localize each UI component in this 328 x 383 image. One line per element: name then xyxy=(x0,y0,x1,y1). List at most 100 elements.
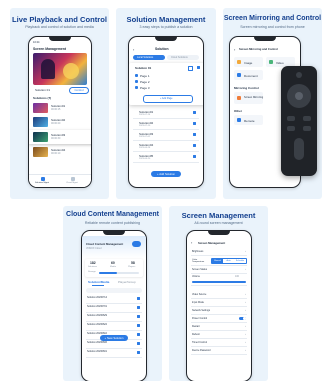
setting-row-volume[interactable]: Volume 100 xyxy=(191,274,247,286)
back-icon[interactable]: ‹ xyxy=(133,47,134,52)
phone-notch xyxy=(254,37,276,41)
nav-solution-label[interactable]: Solution Mgmt xyxy=(35,182,49,184)
other-section-label: Other xyxy=(234,109,243,113)
storage-bar xyxy=(99,272,139,274)
setting-row-screen-status[interactable]: Screen Status › xyxy=(191,266,247,274)
send-icon[interactable] xyxy=(137,342,140,345)
list-item[interactable]: Solution04 00:00:10 xyxy=(33,146,87,158)
list-item[interactable]: Solution 20230606 xyxy=(86,340,142,349)
send-icon[interactable] xyxy=(197,66,200,69)
send-icon[interactable] xyxy=(137,324,140,327)
list-item[interactable]: Solution 20230701 xyxy=(86,304,142,313)
setting-row-video-source[interactable]: Video Source › xyxy=(191,291,247,299)
setting-row-restart[interactable]: Restart › xyxy=(191,323,247,331)
send-icon[interactable] xyxy=(193,133,196,136)
nav-cloud-label[interactable]: Cloud Mgmt xyxy=(66,182,78,184)
segment-manual[interactable]: Manual xyxy=(212,259,223,263)
send-icon[interactable] xyxy=(193,111,196,114)
remote-button[interactable] xyxy=(303,116,311,121)
chevron-right-icon: › xyxy=(245,332,246,336)
list-item[interactable]: Solution 20230629 xyxy=(86,313,142,322)
setting-row-input-mode[interactable]: Input Mode › xyxy=(191,299,247,307)
list-item[interactable]: Solution02 2023-07-10 xyxy=(133,120,199,130)
tab-player-group[interactable]: Player/Group xyxy=(118,280,136,284)
list-item[interactable]: Solution 20230714 xyxy=(86,295,142,304)
thumbnail xyxy=(33,117,48,127)
segmented-control[interactable]: Manual Auto Schedule xyxy=(211,258,247,264)
storage-bar-fill xyxy=(99,272,117,274)
nav-cloud-icon[interactable] xyxy=(71,177,75,181)
add-solution-button[interactable]: + Add Solution xyxy=(151,171,181,177)
setting-row-device-password[interactable]: Device Password › xyxy=(191,347,247,355)
stat-label: Media xyxy=(110,266,116,268)
dpad[interactable] xyxy=(287,84,311,108)
list-item[interactable]: Solution04 2023-06-28 xyxy=(133,142,199,152)
segment-schedule[interactable]: Schedule xyxy=(234,259,246,263)
tab-local[interactable]: Local Solutions xyxy=(133,55,165,60)
list-item-meta: 2023-07-02 xyxy=(139,136,151,138)
screen-header: Screen Management xyxy=(198,241,226,245)
send-icon[interactable] xyxy=(193,144,196,147)
volume-slider[interactable] xyxy=(192,281,246,283)
send-icon[interactable] xyxy=(137,315,140,318)
send-icon[interactable] xyxy=(137,306,140,309)
send-icon[interactable] xyxy=(137,297,140,300)
list-item[interactable]: Solution01 00:00:15 xyxy=(33,102,87,114)
live-video-preview[interactable] xyxy=(33,53,87,85)
remote-control[interactable] xyxy=(281,66,317,176)
setting-row-color-temperature[interactable]: Color Temperature Manual Auto Schedule xyxy=(191,256,247,266)
setting-row-timed-control[interactable]: Timed Control › xyxy=(191,339,247,347)
tab-label: Local Solutions xyxy=(137,56,154,59)
chevron-right-icon: › xyxy=(245,340,246,344)
remote-button[interactable] xyxy=(303,126,311,131)
stat-value: 58 xyxy=(131,261,135,265)
tab-underline xyxy=(92,285,104,286)
list-item-title: Solution 20230622 xyxy=(87,323,107,326)
add-page-button[interactable]: + Add Page xyxy=(143,95,193,103)
setting-label: Network Settings xyxy=(192,308,211,312)
remote-button[interactable] xyxy=(287,116,295,121)
list-item[interactable]: Solution03 2023-07-02 xyxy=(133,131,199,141)
list-item-title: Solution 20230601 xyxy=(87,350,107,353)
tile-remote[interactable]: Remote xyxy=(234,115,263,125)
power-button[interactable] xyxy=(296,72,302,78)
send-icon[interactable] xyxy=(137,351,140,354)
new-solution-button[interactable]: + New Solution xyxy=(100,335,128,341)
solution-detail-card: Solution 01 Page 1 Page 2 Page 3 + Add P… xyxy=(129,63,203,105)
search-input[interactable] xyxy=(86,288,142,293)
tab-solution-media[interactable]: Solution/Media xyxy=(88,280,109,284)
send-icon[interactable] xyxy=(193,155,196,158)
screen-header: Screen Management xyxy=(33,47,66,51)
back-icon[interactable]: ‹ xyxy=(234,47,235,52)
setting-row-reboot[interactable]: Reboot › xyxy=(191,331,247,339)
list-item[interactable]: Solution 20230601 xyxy=(86,349,142,358)
phone-frame: ‹ Solution Local Solutions Cloud Solutio… xyxy=(128,36,204,188)
dpad-ok-button[interactable] xyxy=(295,92,303,100)
tile-image[interactable]: Image xyxy=(234,57,263,67)
tile-screen-mirroring[interactable]: Screen Mirroring xyxy=(234,92,263,104)
volume-rocker[interactable] xyxy=(294,138,304,160)
send-icon[interactable] xyxy=(137,333,140,336)
power-toggle[interactable] xyxy=(239,316,246,320)
page-label: Page 3 xyxy=(140,86,150,90)
setting-label: Color Temperature xyxy=(192,258,205,263)
list-item[interactable]: Solution02 00:00:20 xyxy=(33,116,87,128)
setting-row-brightness[interactable]: Brightness › xyxy=(191,248,247,256)
edit-icon[interactable] xyxy=(188,66,193,71)
tab-cloud[interactable]: Cloud Solutions xyxy=(167,55,199,60)
setting-row-network[interactable]: Network Settings › xyxy=(191,307,247,315)
list-item[interactable]: Solution 20230622 xyxy=(86,322,142,331)
list-item[interactable]: Solution05 2023-06-20 xyxy=(133,153,199,163)
tile-document[interactable]: Document xyxy=(234,70,263,80)
setting-label: Timed Control xyxy=(192,340,207,344)
panel-solution-management: Solution Management 3 easy steps to publ… xyxy=(116,8,216,199)
back-icon[interactable]: ‹ xyxy=(191,240,192,245)
send-icon[interactable] xyxy=(193,122,196,125)
segment-auto[interactable]: Auto xyxy=(223,259,234,263)
list-item-selected[interactable]: Solution03 00:00:30 xyxy=(29,130,91,144)
nav-solution-icon[interactable] xyxy=(41,177,45,181)
list-item[interactable]: Solution01 2023-07-14 xyxy=(133,109,199,119)
remote-button[interactable] xyxy=(287,126,295,131)
setting-row-power-control[interactable]: Power Control xyxy=(191,315,247,323)
control-button[interactable]: Control xyxy=(69,87,89,94)
